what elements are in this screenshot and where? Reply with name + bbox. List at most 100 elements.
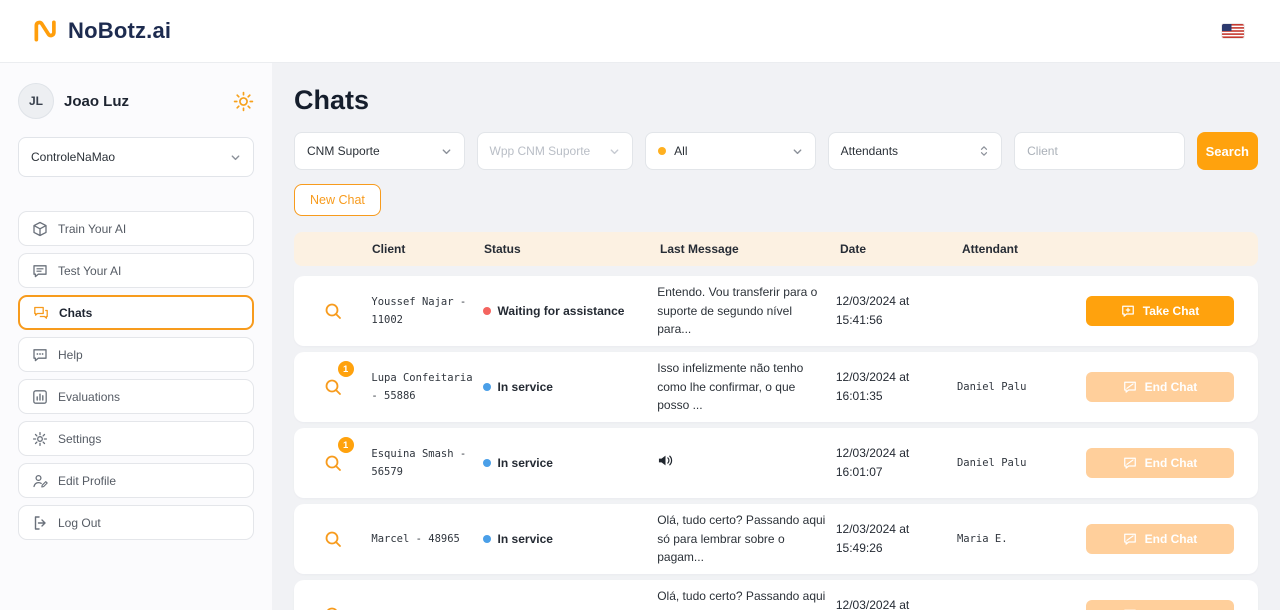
chevron-down-icon bbox=[792, 146, 803, 157]
user-profile: JL Joao Luz bbox=[18, 83, 254, 119]
bar-chart-icon bbox=[32, 389, 48, 405]
last-message: Entendo. Vou transferir para o suporte d… bbox=[657, 283, 836, 339]
department-select[interactable]: CNM Suporte bbox=[294, 132, 465, 170]
brand-logo[interactable]: NoBotz.ai bbox=[30, 16, 171, 46]
open-chat-button[interactable] bbox=[316, 522, 350, 556]
attendant-name: Daniel Palu bbox=[957, 457, 1086, 469]
status-dot bbox=[483, 383, 491, 391]
search-button[interactable]: Search bbox=[1197, 132, 1258, 170]
header-attendant: Attendant bbox=[962, 243, 1092, 255]
sidebar-item-help[interactable]: Help bbox=[18, 337, 254, 372]
main-content: Chats CNM Suporte Wpp CNM Suporte All At… bbox=[272, 63, 1280, 610]
workspace-select-value: ControleNaMao bbox=[31, 150, 115, 164]
sidebar-item-edit-profile[interactable]: Edit Profile bbox=[18, 463, 254, 498]
user-name: Joao Luz bbox=[64, 93, 223, 110]
table-row: 1Esquina Smash - 56579In service12/03/20… bbox=[294, 428, 1258, 498]
status-filter-dot bbox=[658, 147, 666, 155]
status-dot bbox=[483, 307, 491, 315]
client-name: Youssef Najar - 11002 bbox=[371, 293, 482, 330]
search-icon bbox=[323, 529, 343, 549]
chats-icon bbox=[33, 305, 49, 321]
chat-end-icon bbox=[1123, 380, 1137, 394]
channel-select[interactable]: Wpp CNM Suporte bbox=[477, 132, 634, 170]
sidebar-item-evaluations[interactable]: Evaluations bbox=[18, 379, 254, 414]
channel-select-value: Wpp CNM Suporte bbox=[490, 144, 591, 158]
take-chat-button[interactable]: Take Chat bbox=[1086, 296, 1234, 326]
sidebar-item-label: Test Your AI bbox=[58, 264, 121, 278]
status-label: In service bbox=[498, 456, 553, 470]
unread-badge: 1 bbox=[338, 437, 354, 453]
client-filter-field bbox=[1014, 132, 1185, 170]
header-client: Client bbox=[372, 243, 484, 255]
table-row: Youssef Najar - 11002 Waiting for assista… bbox=[294, 276, 1258, 346]
status-label: Waiting for assistance bbox=[498, 304, 625, 318]
chevron-down-icon bbox=[609, 146, 620, 157]
client-name: Marcel - 48965 bbox=[371, 530, 482, 548]
sidebar-item-settings[interactable]: Settings bbox=[18, 421, 254, 456]
unread-badge: 1 bbox=[338, 361, 354, 377]
theme-toggle-sun-icon[interactable] bbox=[233, 91, 254, 112]
audio-message-icon bbox=[657, 453, 674, 468]
last-message: Olá, tudo certo? Passando aqui só para l… bbox=[657, 587, 836, 610]
attendants-select-value: Attendants bbox=[841, 144, 898, 158]
status-label: In service bbox=[498, 532, 553, 546]
sidebar-item-chats[interactable]: Chats bbox=[18, 295, 254, 330]
open-chat-button[interactable] bbox=[316, 294, 350, 328]
sidebar-item-label: Help bbox=[58, 348, 83, 362]
brand-name: NoBotz.ai bbox=[68, 18, 171, 44]
attendant-name: Maria E. bbox=[957, 533, 1086, 545]
end-chat-button[interactable]: End Chat bbox=[1086, 448, 1234, 478]
sidebar-item-label: Settings bbox=[58, 432, 101, 446]
status-filter-value: All bbox=[674, 144, 687, 158]
workspace-select[interactable]: ControleNaMao bbox=[18, 137, 254, 177]
new-chat-button[interactable]: New Chat bbox=[294, 184, 381, 216]
chat-date: 12/03/2024 at 15:48:26 bbox=[836, 596, 957, 610]
chat-lines-icon bbox=[32, 263, 48, 279]
client-name: Esquina Smash - 56579 bbox=[371, 445, 482, 482]
header-date: Date bbox=[840, 243, 962, 255]
department-select-value: CNM Suporte bbox=[307, 144, 380, 158]
header-last-message: Last Message bbox=[660, 243, 840, 255]
sidebar-item-label: Log Out bbox=[58, 516, 101, 530]
end-chat-button[interactable]: End Chat bbox=[1086, 524, 1234, 554]
status-dot bbox=[483, 459, 491, 467]
chat-table-body: Youssef Najar - 11002 Waiting for assista… bbox=[294, 276, 1258, 610]
status-filter-select[interactable]: All bbox=[645, 132, 816, 170]
chat-end-icon bbox=[1123, 532, 1137, 546]
chat-take-icon bbox=[1121, 304, 1135, 318]
client-name: Damiana - 51832 bbox=[371, 606, 482, 610]
attendants-select[interactable]: Attendants bbox=[828, 132, 1002, 170]
filters-bar: CNM Suporte Wpp CNM Suporte All Attendan… bbox=[294, 132, 1258, 170]
client-search-input[interactable] bbox=[1027, 144, 1172, 158]
app-layout: JL Joao Luz ControleNaMao Train Your AIT… bbox=[0, 63, 1280, 610]
chevron-down-icon bbox=[441, 146, 452, 157]
chevron-down-icon bbox=[230, 152, 241, 163]
search-icon bbox=[323, 605, 343, 610]
sidebar-item-label: Evaluations bbox=[58, 390, 120, 404]
sidebar-item-label: Train Your AI bbox=[58, 222, 126, 236]
open-chat-button[interactable]: 1 bbox=[316, 370, 350, 404]
table-row: Damiana - 51832In serviceOlá, tudo certo… bbox=[294, 580, 1258, 610]
sidebar-item-train-your-ai[interactable]: Train Your AI bbox=[18, 211, 254, 246]
sidebar-item-label: Edit Profile bbox=[58, 474, 116, 488]
last-message: Isso infelizmente não tenho como lhe con… bbox=[657, 359, 836, 415]
header-status: Status bbox=[484, 243, 660, 255]
language-flag-icon[interactable] bbox=[1222, 24, 1244, 38]
sidebar: JL Joao Luz ControleNaMao Train Your AIT… bbox=[0, 63, 272, 610]
end-chat-button[interactable]: End Chat bbox=[1086, 372, 1234, 402]
sidebar-item-test-your-ai[interactable]: Test Your AI bbox=[18, 253, 254, 288]
end-chat-button[interactable]: End Chat bbox=[1086, 600, 1234, 610]
table-header: Client Status Last Message Date Attendan… bbox=[294, 232, 1258, 266]
chat-date: 12/03/2024 at 15:49:26 bbox=[836, 520, 957, 558]
help-bubble-icon bbox=[32, 347, 48, 363]
client-name: Lupa Confeitaria - 55886 bbox=[371, 369, 482, 406]
sidebar-item-log-out[interactable]: Log Out bbox=[18, 505, 254, 540]
avatar: JL bbox=[18, 83, 54, 119]
last-message bbox=[657, 453, 836, 474]
search-icon bbox=[323, 301, 343, 321]
open-chat-button[interactable]: 1 bbox=[316, 446, 350, 480]
logout-icon bbox=[32, 515, 48, 531]
brand-logo-icon bbox=[30, 16, 60, 46]
sidebar-menu: Train Your AI Test Your AI Chats Help Evalua… bbox=[18, 211, 254, 540]
open-chat-button[interactable] bbox=[316, 598, 350, 610]
